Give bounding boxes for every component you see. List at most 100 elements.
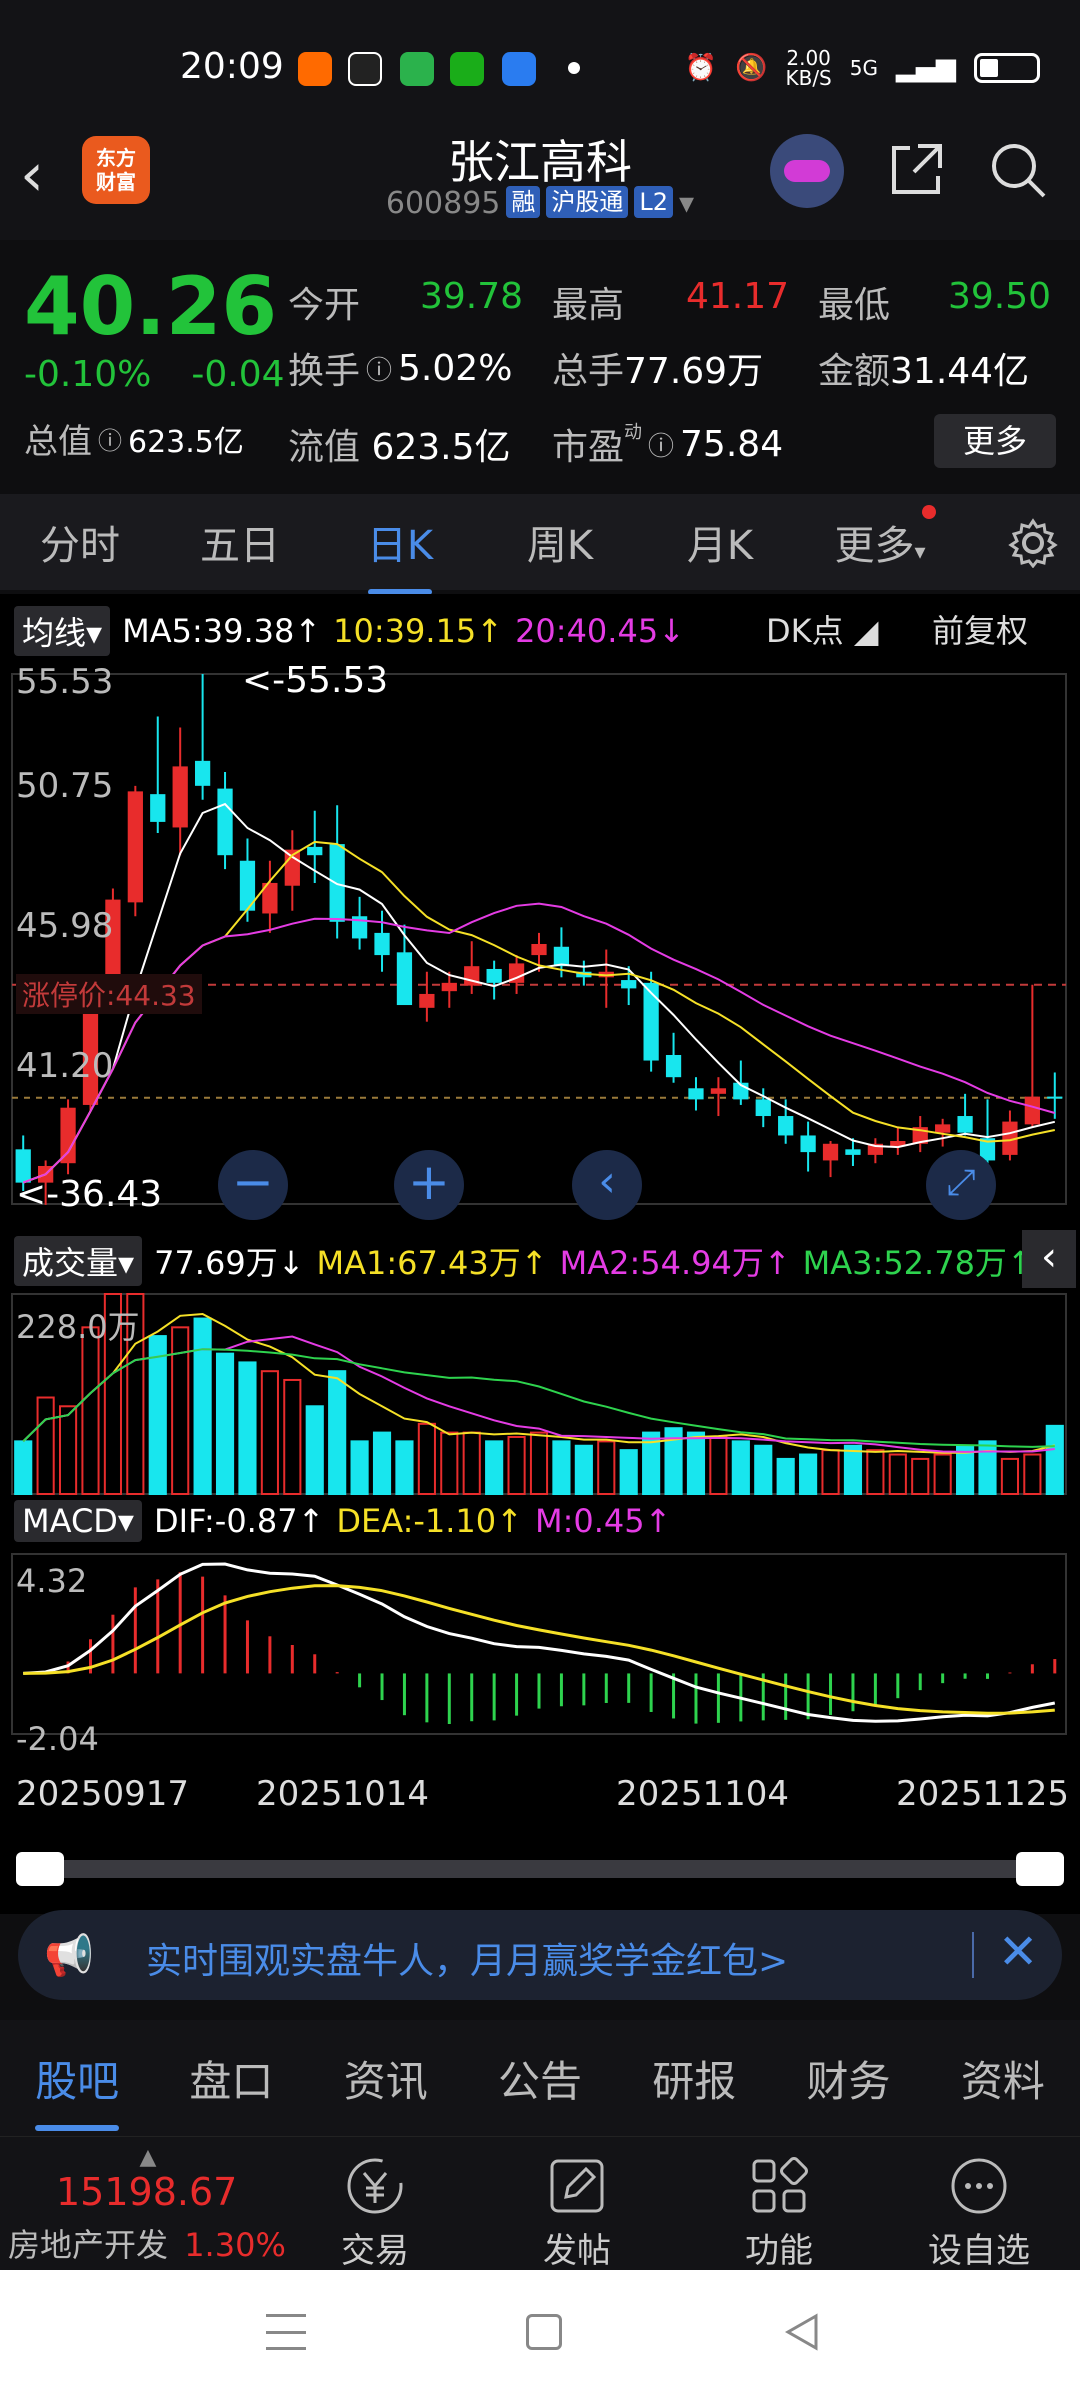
volume-value: 77.69万↓ [154,1244,305,1282]
promo-banner[interactable]: 📢 实时围观实盘牛人，月月赢奖学金红包> ✕ [18,1910,1062,2000]
tab-profile[interactable]: 资料 [961,2048,1045,2109]
quote-panel: 40.26 -0.10% -0.04 总值 ⓘ 623.5亿 今开 39.78 … [0,242,1080,492]
amount: 金额31.44亿 [818,351,1030,392]
tab-news[interactable]: 资讯 [344,2048,428,2109]
volume-bar [193,1317,212,1495]
volume-bar [731,1440,750,1495]
macd-high-label: 4.32 [16,1562,88,1600]
action-bar: ▲ 15198.67 房地产开发 1.30% 交易 发帖 功能 设自选 [0,2136,1080,2272]
post-button[interactable]: 发帖 [502,2155,652,2272]
collapse-panel-button[interactable]: ‹ [1022,1230,1076,1288]
macd-selector[interactable]: MACD▾ [14,1500,142,1542]
more-quote-button[interactable]: 更多 [934,414,1056,468]
tab-more[interactable]: 更多▾ [800,505,960,571]
app-notification-icon [348,52,382,86]
tab-weekly-k[interactable]: 周K [480,513,640,571]
volume-bar [1023,1453,1042,1495]
macd-m: M:0.45↑ [534,1502,672,1540]
candle-body [194,760,211,786]
signal-icon: ▂▄▆ [896,53,956,83]
info-icon: ⓘ [98,427,122,455]
y-label-mid3: 41.20 [16,1046,114,1086]
chart-grid [11,673,1067,1735]
more-notifications-dot [568,62,580,74]
scroll-left-button[interactable]: ‹ [572,1150,642,1220]
tab-intraday[interactable]: 分时 [0,513,160,571]
tab-five-day[interactable]: 五日 [160,513,320,571]
volume-bar [709,1435,728,1496]
search-icon[interactable] [988,140,1048,200]
fullscreen-icon[interactable]: ⤢ [926,1150,996,1220]
zoom-out-button[interactable]: − [218,1150,288,1220]
share-icon[interactable] [888,140,946,198]
y-label-mid2: 45.98 [16,906,114,946]
pe-ratio[interactable]: 市盈 动 ⓘ 75.84 [552,418,783,470]
tab-announcements[interactable]: 公告 [498,2048,582,2109]
close-icon[interactable]: ✕ [998,1924,1038,1980]
range-slider-track[interactable] [20,1860,1060,1878]
candle-body [150,794,166,822]
range-slider-handle-right[interactable] [1016,1852,1064,1886]
functions-button[interactable]: 功能 [704,2155,854,2272]
volume-bar [36,1396,55,1496]
change-amount: -0.04 [191,354,285,395]
candle-body [621,980,637,989]
volume-bar [911,1457,930,1496]
add-watchlist-button[interactable]: 设自选 [904,2155,1054,2272]
ai-assistant-icon[interactable] [770,134,844,208]
adjust-button[interactable]: 前复权 [932,606,1028,652]
gear-icon[interactable] [1008,518,1058,568]
macd-bars [23,1562,1057,1724]
tab-monthly-k[interactable]: 月K [640,513,800,571]
volume-bar [754,1444,773,1496]
volume-bar [686,1431,706,1496]
trade-button[interactable]: 交易 [300,2155,450,2272]
candle-body [755,1099,771,1117]
vol-ma2: MA2:54.94万↑ [559,1244,791,1282]
tab-forum[interactable]: 股吧 [35,2048,120,2131]
tab-research[interactable]: 研报 [652,2048,736,2109]
date-label: 20251125 [896,1774,1070,1814]
volume-bar [350,1440,369,1495]
tab-daily-k[interactable]: 日K [320,513,480,595]
home-icon[interactable] [526,2314,562,2350]
red-dot-badge [922,505,936,519]
range-slider-handle-left[interactable] [16,1852,64,1886]
battery-icon [974,53,1040,83]
candle-body [665,1054,682,1078]
zoom-in-button[interactable]: + [394,1150,464,1220]
tab-order-book[interactable]: 盘口 [189,2048,273,2109]
volume-legend: 成交量▾ 77.69万↓ MA1:67.43万↑ MA2:54.94万↑ MA3… [14,1236,1034,1286]
candle-body [800,1135,816,1153]
menu-icon[interactable] [266,2314,306,2350]
volume-bar [507,1435,526,1496]
last-price: 40.26 [24,260,278,353]
date-label: 20251014 [256,1774,430,1814]
candle-body [217,788,233,856]
banner-text[interactable]: 实时围观实盘牛人，月月赢奖学金红包> [146,1932,788,1984]
header: ‹ 东方 财富 张江高科 600895 融 沪股通 L2 ▾ [0,110,1080,240]
tab-financials[interactable]: 财务 [807,2048,891,2109]
turnover[interactable]: 换手 ⓘ 5.02% [288,342,512,394]
banner-divider [972,1932,974,1978]
ma-legend: 均线▾ MA5:39.38↑ 10:39.15↑ 20:40.45↓ [14,606,685,656]
total-cap[interactable]: 总值 ⓘ 623.5亿 [24,414,244,463]
tag-connect: 沪股通 [546,186,629,218]
macd-legend: MACD▾ DIF:-0.87↑ DEA:-1.10↑ M:0.45↑ [14,1500,671,1542]
megaphone-icon: 📢 [44,1933,94,1979]
sector-pct: 1.30% [184,2226,286,2264]
volume: 总手77.69万 [552,351,764,392]
ma-selector[interactable]: 均线▾ [14,606,111,656]
candle-body [1024,1096,1040,1125]
sector-index[interactable]: ▲ 15198.67 房地产开发 1.30% [8,2145,288,2266]
macd-low-label: -2.04 [16,1720,99,1758]
chart-area[interactable]: 均线▾ MA5:39.38↑ 10:39.15↑ 20:40.45↓ DK点 ◢… [0,594,1080,1914]
app-notification-icon [298,52,332,86]
volume-bar [776,1457,795,1496]
back-nav-icon[interactable] [782,2312,822,2352]
max-price-marker: <-55.53 [242,660,389,701]
grid-icon [752,2157,808,2213]
dk-point-button[interactable]: DK点 ◢ [766,606,878,652]
volume-selector[interactable]: 成交量▾ [14,1236,143,1286]
ma20-value: 20:40.45↓ [515,612,685,650]
